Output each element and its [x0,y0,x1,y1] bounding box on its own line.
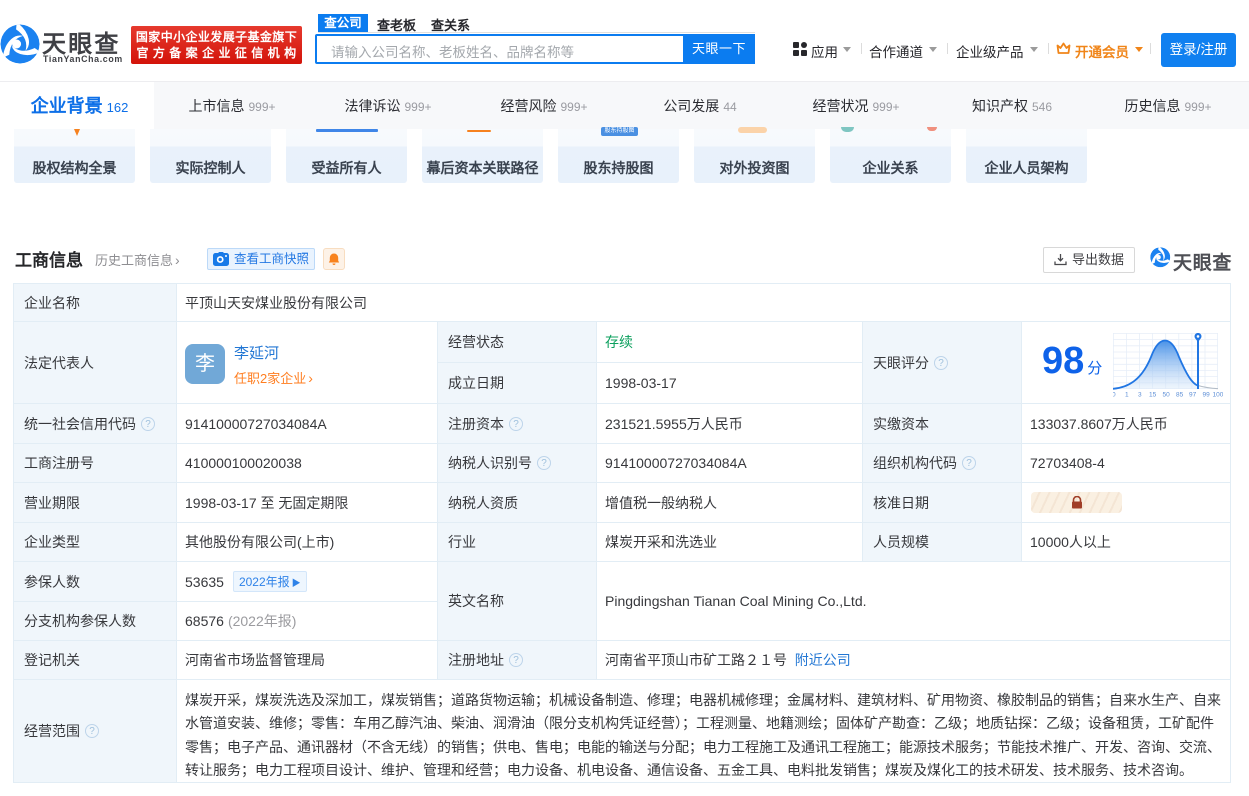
svg-text:15: 15 [1149,392,1157,398]
svg-text:50: 50 [1163,392,1171,398]
svg-text:1: 1 [1125,392,1129,398]
svg-text:99: 99 [1203,392,1211,398]
svg-text:0: 0 [1113,392,1116,398]
svg-text:97: 97 [1189,392,1197,398]
svg-text:100: 100 [1213,392,1224,398]
svg-text:3: 3 [1138,392,1142,398]
svg-text:85: 85 [1176,392,1184,398]
